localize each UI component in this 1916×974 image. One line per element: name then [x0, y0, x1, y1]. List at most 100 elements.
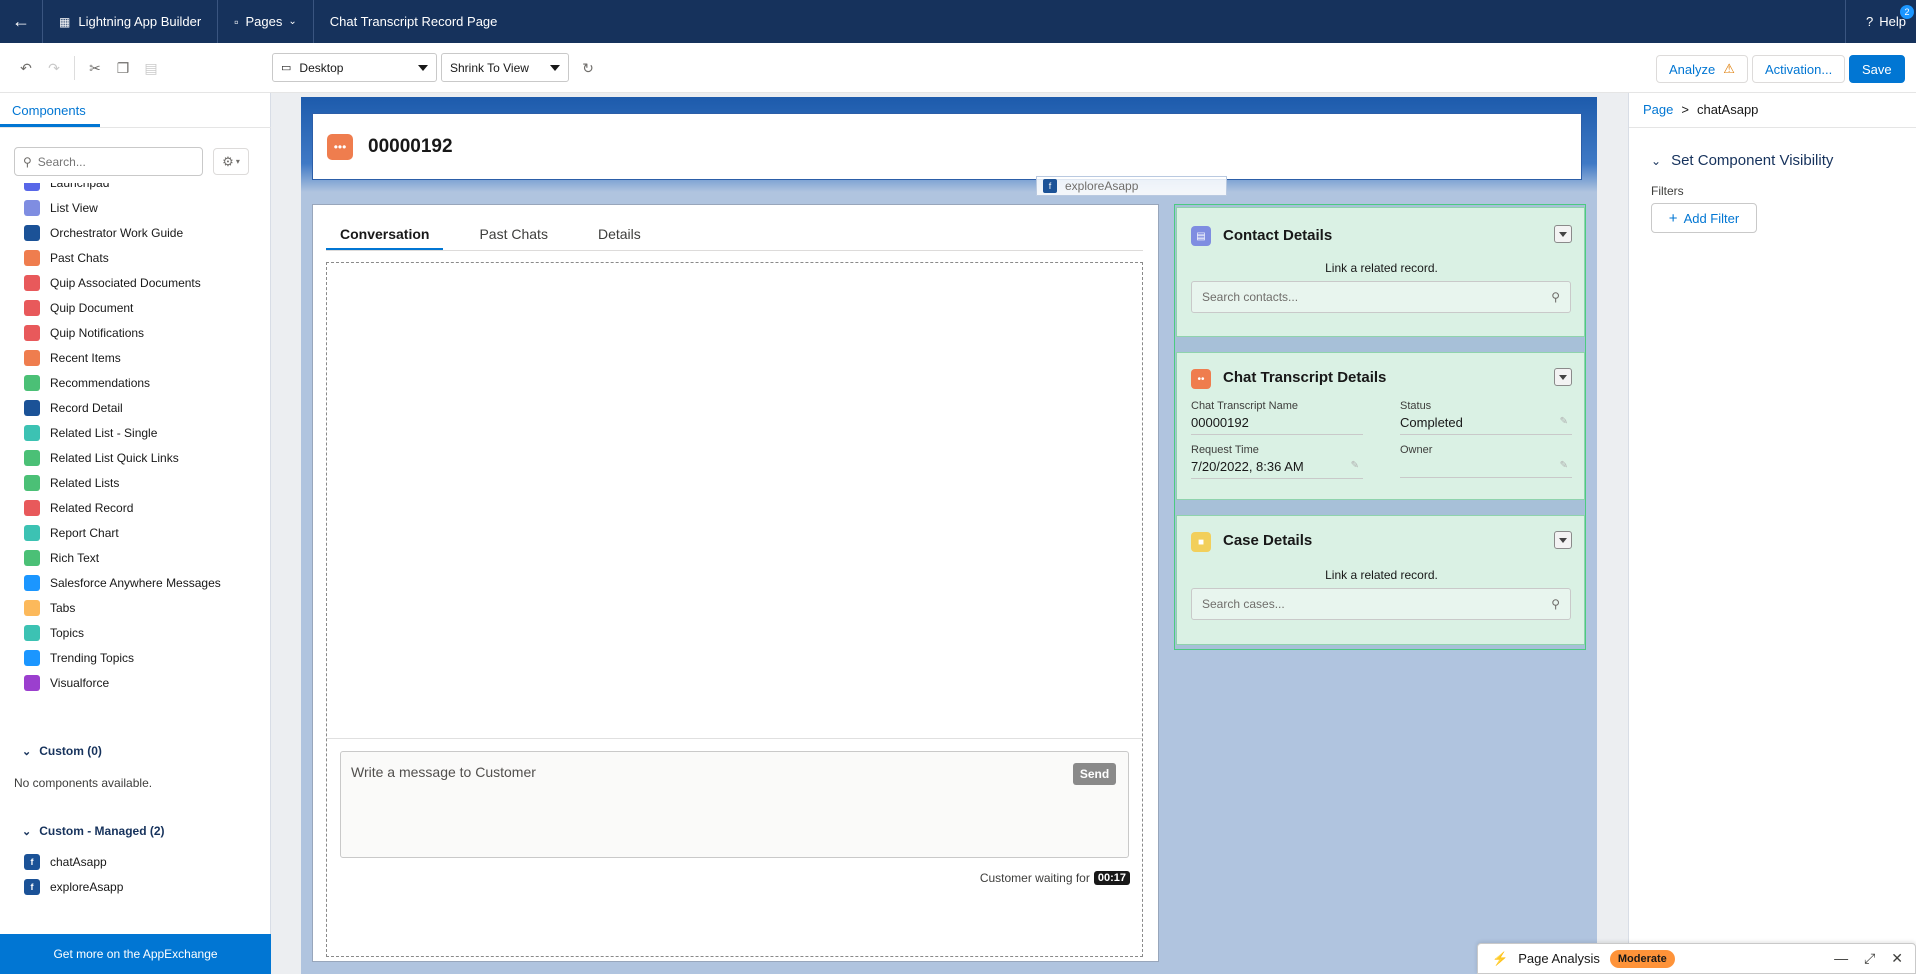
- component-icon: [24, 649, 40, 666]
- component-item[interactable]: Trending Topics: [0, 645, 270, 670]
- component-item[interactable]: Orchestrator Work Guide: [0, 220, 270, 245]
- component-item[interactable]: Salesforce Anywhere Messages: [0, 570, 270, 595]
- breadcrumb-current: chatAsapp: [1696, 102, 1759, 117]
- drag-ghost-component[interactable]: f exploreAsapp: [1036, 176, 1227, 196]
- undo-icon[interactable]: ↶: [14, 56, 38, 80]
- appexchange-link[interactable]: Get more on the AppExchange: [0, 934, 271, 974]
- field-label: Chat Transcript Name: [1191, 400, 1298, 412]
- activation-button[interactable]: Activation...: [1752, 55, 1846, 83]
- component-icon: [24, 299, 40, 316]
- field-value: 00000192: [1191, 415, 1363, 435]
- properties-panel: Page > chatAsapp ⌄ Set Component Visibil…: [1628, 93, 1916, 974]
- case-search[interactable]: Search cases... ⚲: [1191, 588, 1571, 620]
- breadcrumb-page-link[interactable]: Page: [1643, 102, 1673, 117]
- pencil-icon[interactable]: ✎: [1351, 460, 1359, 471]
- chat-details-title: Chat Transcript Details: [1223, 369, 1387, 386]
- component-icon: [24, 224, 40, 241]
- component-item[interactable]: Topics: [0, 620, 270, 645]
- save-button[interactable]: Save: [1849, 55, 1905, 83]
- component-icon: [24, 499, 40, 516]
- component-item[interactable]: Related List Quick Links: [0, 445, 270, 470]
- managed-item-chatasapp[interactable]: f chatAsapp: [0, 849, 270, 874]
- help-button[interactable]: ? Help 2: [1845, 0, 1916, 43]
- search-input[interactable]: [37, 154, 188, 169]
- device-select[interactable]: ▭ Desktop: [272, 53, 437, 82]
- component-icon: [24, 624, 40, 641]
- component-item[interactable]: Quip Document: [0, 295, 270, 320]
- component-icon: [24, 349, 40, 366]
- page-analysis-label: Page Analysis: [1518, 951, 1600, 966]
- card-menu-button[interactable]: [1554, 368, 1572, 386]
- toolbar-divider: [74, 56, 75, 80]
- component-item[interactable]: Launchpad: [0, 183, 270, 195]
- component-item[interactable]: Quip Notifications: [0, 320, 270, 345]
- conversation-card[interactable]: Conversation Past Chats Details Write a …: [312, 204, 1159, 962]
- component-item[interactable]: Quip Associated Documents: [0, 270, 270, 295]
- component-icon: [24, 249, 40, 266]
- component-item[interactable]: List View: [0, 195, 270, 220]
- component-item[interactable]: Record Detail: [0, 395, 270, 420]
- caret-down-icon: [418, 65, 428, 71]
- copy-icon[interactable]: ❐: [111, 56, 135, 80]
- pencil-icon[interactable]: ✎: [1560, 416, 1568, 427]
- custom-section-header[interactable]: ⌄ Custom (0): [22, 744, 102, 758]
- field-value: Completed ✎: [1400, 415, 1572, 435]
- expand-icon[interactable]: ⤢: [1864, 950, 1875, 967]
- visibility-section-header[interactable]: ⌄ Set Component Visibility: [1651, 152, 1833, 169]
- card-menu-button[interactable]: [1554, 531, 1572, 549]
- managed-item-exploreasapp[interactable]: f exploreAsapp: [0, 874, 270, 899]
- app-name[interactable]: ▦ Lightning App Builder: [43, 0, 219, 43]
- tab-conversation[interactable]: Conversation: [326, 217, 444, 250]
- managed-list: f chatAsapp f exploreAsapp: [0, 849, 270, 899]
- tab-components[interactable]: Components: [0, 93, 100, 127]
- refresh-icon[interactable]: ↻: [576, 56, 600, 80]
- component-item[interactable]: Recent Items: [0, 345, 270, 370]
- page-canvas: ••• 00000192 Conversation Past Chats Det…: [301, 97, 1597, 974]
- pencil-icon[interactable]: ✎: [1560, 460, 1568, 471]
- close-icon[interactable]: ✕: [1891, 950, 1903, 967]
- component-item[interactable]: Rich Text: [0, 545, 270, 570]
- analyze-button[interactable]: Analyze ⚠: [1656, 55, 1748, 83]
- paste-icon[interactable]: ▤: [139, 56, 163, 80]
- back-button[interactable]: ←: [0, 0, 43, 43]
- field-label: Status: [1400, 400, 1432, 412]
- component-item[interactable]: Visualforce: [0, 670, 270, 695]
- card-menu-button[interactable]: [1554, 225, 1572, 243]
- caret-down-icon: ▾: [235, 157, 240, 166]
- component-item[interactable]: Related List - Single: [0, 420, 270, 445]
- component-item[interactable]: Report Chart: [0, 520, 270, 545]
- minimize-icon[interactable]: —: [1834, 950, 1848, 967]
- component-icon: [24, 324, 40, 341]
- message-input[interactable]: Write a message to Customer Send: [340, 751, 1129, 858]
- component-item[interactable]: Recommendations: [0, 370, 270, 395]
- redo-icon[interactable]: ↷: [42, 56, 66, 80]
- view-select[interactable]: Shrink To View: [441, 53, 569, 82]
- desktop-icon: ▭: [281, 62, 292, 74]
- page-analysis-bar[interactable]: ⚡ Page Analysis Moderate — ⤢ ✕: [1477, 943, 1916, 974]
- add-filter-button[interactable]: + Add Filter: [1651, 203, 1757, 233]
- component-item[interactable]: Past Chats: [0, 245, 270, 270]
- chat-transcript-details-card[interactable]: •• Chat Transcript Details Chat Transcri…: [1176, 352, 1585, 500]
- send-button[interactable]: Send: [1073, 763, 1116, 785]
- case-details-card[interactable]: ■ Case Details Link a related record. Se…: [1176, 515, 1585, 645]
- contact-search[interactable]: Search contacts... ⚲: [1191, 281, 1571, 313]
- component-search[interactable]: ⚲: [14, 147, 203, 176]
- tab-past-chats[interactable]: Past Chats: [465, 217, 561, 250]
- components-panel: Components ⚲ ⚙ ▾ LaunchpadList ViewOrche…: [0, 93, 271, 974]
- component-item[interactable]: Related Record: [0, 495, 270, 520]
- field-label: Owner: [1400, 444, 1433, 456]
- pages-menu[interactable]: ▫ Pages ⌄: [218, 0, 314, 43]
- cut-icon[interactable]: ✂: [83, 56, 107, 80]
- component-icon: [24, 399, 40, 416]
- tab-details[interactable]: Details: [584, 217, 655, 250]
- conversation-area[interactable]: Write a message to Customer Send Custome…: [326, 262, 1143, 957]
- record-header[interactable]: ••• 00000192: [312, 113, 1582, 180]
- component-item[interactable]: Related Lists: [0, 470, 270, 495]
- managed-section-header[interactable]: ⌄ Custom - Managed (2): [22, 824, 165, 838]
- settings-menu[interactable]: ⚙ ▾: [213, 148, 249, 175]
- contact-details-card[interactable]: ▤ Contact Details Link a related record.…: [1176, 207, 1585, 337]
- search-icon: ⚲: [1551, 290, 1560, 304]
- waiting-timer: 00:17: [1093, 871, 1130, 885]
- component-item[interactable]: Tabs: [0, 595, 270, 620]
- lightning-icon: f: [24, 878, 40, 895]
